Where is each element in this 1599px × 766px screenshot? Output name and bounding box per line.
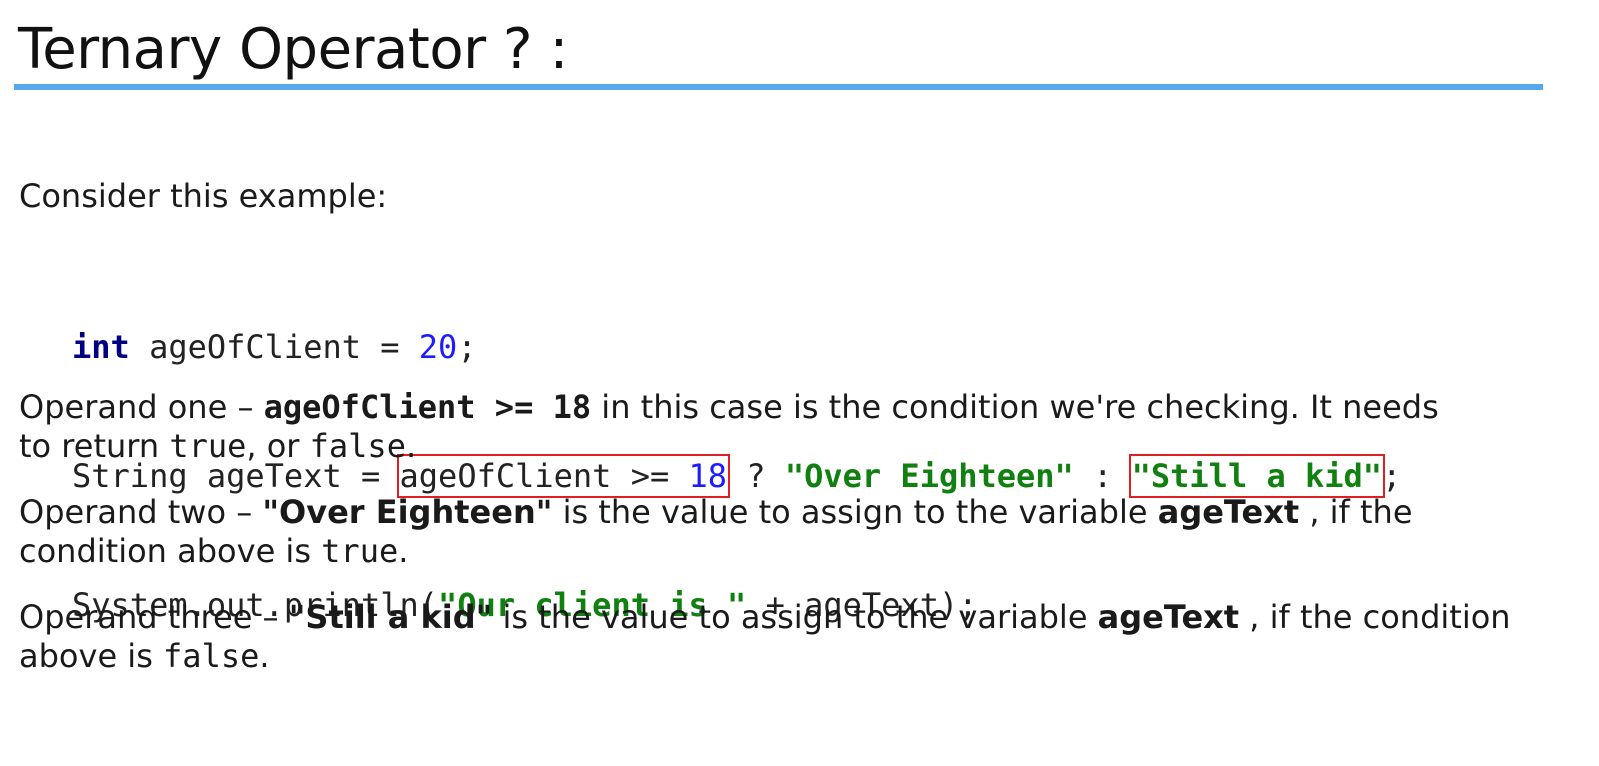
operand-one-text: in this case is the condition we're chec… [591, 388, 1439, 426]
operand-two-text: . [398, 532, 409, 570]
ternary-colon-op: : [1073, 457, 1132, 495]
operand-three-text: , if the condition [1239, 598, 1511, 636]
operand-one-lead: Operand one – [19, 388, 264, 426]
code-text: ; [457, 328, 477, 366]
operand-three-line-1: Operand three – "Still a kid" is the val… [19, 598, 1511, 637]
condition-text: ageOfClient >= [399, 457, 689, 495]
ternary-question-op: ? [727, 457, 785, 495]
operand-two-value: "Over Eighteen" [262, 493, 553, 531]
string-literal-still-a-kid-highlight-box: "Still a kid" [1128, 454, 1386, 498]
title-underline [14, 84, 1543, 90]
operand-two-line-2: condition above is true. [19, 532, 408, 571]
operand-one-text: to return [19, 427, 170, 465]
number-literal: 18 [688, 457, 728, 495]
operand-two-text: is the value to assign to the variable [552, 493, 1158, 531]
operand-two-text: condition above is [19, 532, 322, 570]
operand-one-line-2: to return true, or false. [19, 427, 416, 466]
code-text: ageOfClient = [129, 328, 419, 366]
code-text: ; [1382, 457, 1402, 495]
code-line-1: int ageOfClient = 20; [72, 326, 1401, 369]
string-literal-over-eighteen: "Over Eighteen" [784, 457, 1074, 495]
operand-three-line-2: above is false. [19, 637, 270, 676]
operand-one-line-1: Operand one – ageOfClient >= 18 in this … [19, 388, 1439, 427]
value-false: false [309, 427, 406, 465]
operand-two-lead: Operand two – [19, 493, 263, 531]
keyword-int: int [72, 328, 130, 366]
operand-three-text: . [259, 637, 270, 675]
value-true: true [169, 427, 247, 465]
operand-three-lead: Operand three – [19, 598, 289, 636]
operand-one-text: , or [246, 427, 310, 465]
operand-one-text: . [405, 427, 417, 465]
value-false: false [163, 637, 260, 675]
value-true: true [321, 532, 399, 570]
operand-three-text: above is [19, 637, 164, 675]
variable-agetext: ageText [1157, 493, 1300, 531]
operand-one-code: ageOfClient >= 18 [263, 388, 592, 426]
operand-two-line-1: Operand two – "Over Eighteen" is the val… [19, 493, 1413, 532]
operand-two-text: , if the [1299, 493, 1413, 531]
operand-three-value: "Still a kid" [288, 598, 493, 636]
condition-highlight-box: ageOfClient >= 18 [396, 454, 731, 498]
intro-text: Consider this example: [19, 177, 388, 215]
slide-title: Ternary Operator ? : [18, 17, 568, 82]
variable-agetext: ageText [1097, 598, 1240, 636]
number-literal: 20 [418, 328, 458, 366]
operand-three-text: is the value to assign to the variable [492, 598, 1098, 636]
